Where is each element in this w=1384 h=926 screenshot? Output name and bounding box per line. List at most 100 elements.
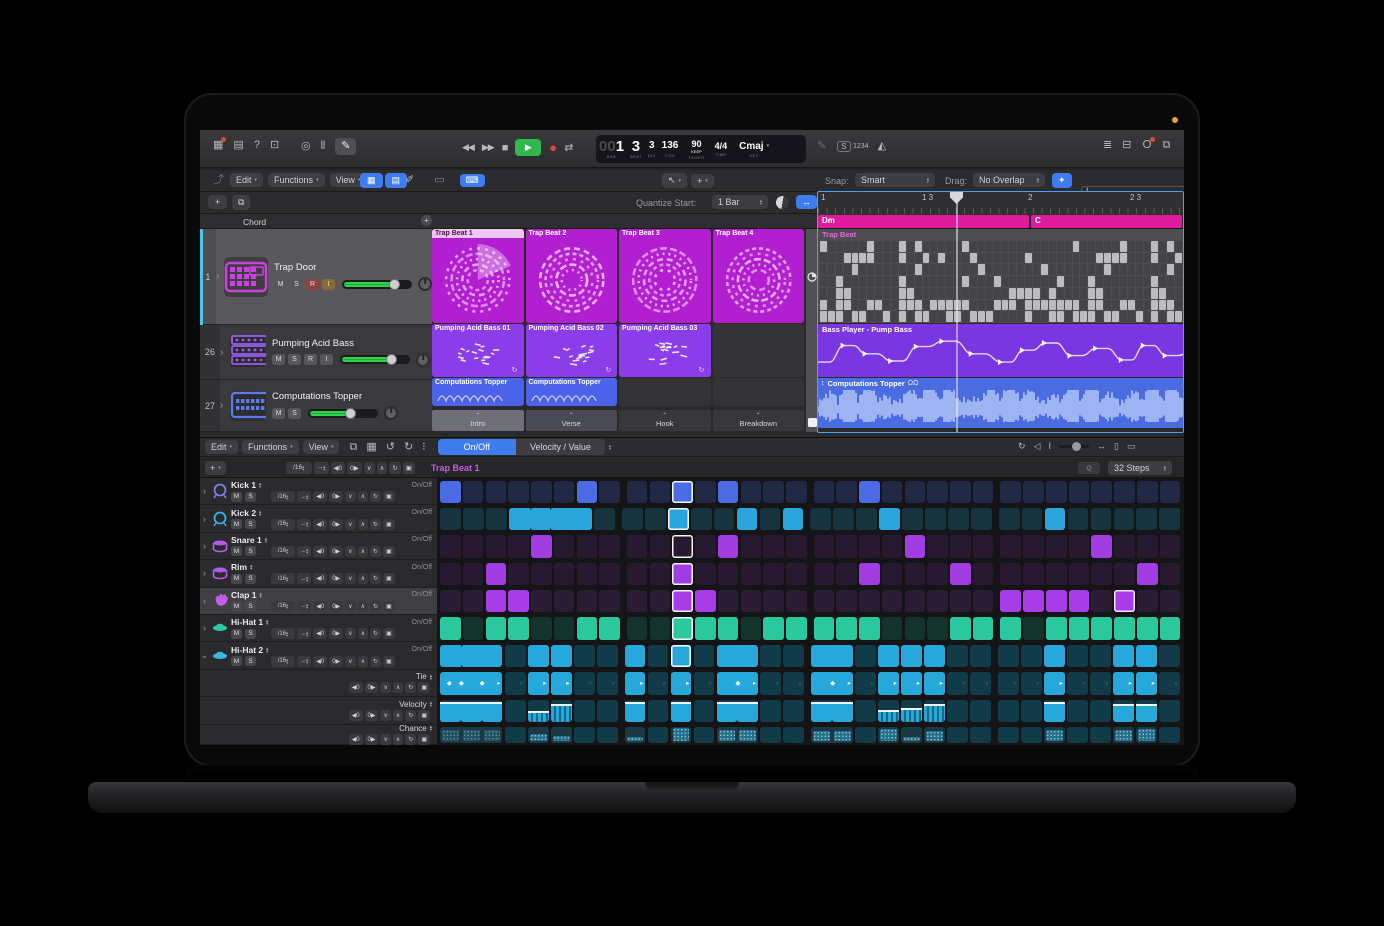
velocity-step-7[interactable] [574,700,595,722]
step-31-on[interactable] [1137,563,1158,585]
step-31-off[interactable] [1136,508,1157,530]
step-26-off[interactable] [1023,481,1044,503]
step-10-off[interactable] [650,617,671,639]
velocity-step-6[interactable] [551,700,572,722]
row-header[interactable]: ›Rim▴▾On/OffMS/16▴▾→▴▾◀00▶∨∧↻▣ [200,560,437,587]
seq-add-row-button[interactable]: +▾ [205,461,226,475]
step-3-off[interactable] [486,481,507,503]
chance-step-26[interactable] [1021,727,1042,743]
sub-up-button[interactable]: ∧ [393,682,403,693]
step-30-on[interactable] [1113,645,1134,667]
subrow-header[interactable]: Velocity▴▾◀00▶∨∧↻▣ [200,697,437,724]
step-11-on[interactable] [672,481,693,503]
stop-button[interactable]: ■ [502,142,508,154]
track-icon-box[interactable] [230,391,266,421]
chance-step-6[interactable] [551,727,572,743]
scene-trigger-breakdown[interactable]: ⌃Breakdown [713,410,805,431]
sub-randomize-button[interactable]: ↻ [405,682,416,693]
step-2-off[interactable] [463,508,484,530]
sub-down-button[interactable]: ∨ [380,682,390,693]
step-17-off[interactable] [810,508,831,530]
slider-handle[interactable] [1072,442,1081,451]
cycle-button[interactable]: ⇄ [564,141,572,154]
velocity-step-22[interactable] [924,700,945,722]
row-s-button[interactable]: S [245,601,256,611]
step-1-off[interactable] [440,563,461,585]
step-19-on[interactable] [859,481,880,503]
bar-ruler[interactable]: 11 322 3 [818,192,1184,214]
stepper-control[interactable]: ▴▾ [286,548,288,554]
step-21-off[interactable] [905,590,926,612]
tie-step-5[interactable]: ▸ [528,672,549,694]
step-29-off[interactable] [1091,563,1112,585]
step-10-off[interactable] [645,508,666,530]
row-randomize-button[interactable]: ↻ [370,573,381,584]
step-26-off[interactable] [1021,645,1042,667]
row-division-dropdown[interactable]: /16▴▾ [271,628,295,639]
step-7-off[interactable] [574,645,595,667]
step-1-off[interactable] [440,535,461,557]
play-button[interactable]: ▶ [515,139,541,156]
tie-step-29[interactable]: ▸ [1090,672,1111,694]
quick-help-icon[interactable]: ? [254,140,260,151]
stepper-control[interactable]: ▴▾ [306,603,308,609]
step-2-off[interactable] [463,563,484,585]
step-8-off[interactable] [594,508,615,530]
preview-icon[interactable]: ◁ [1034,442,1041,451]
step-21-off[interactable] [905,563,926,585]
disclosure-arrow-icon[interactable]: › [220,325,230,379]
step-15-on[interactable] [763,617,784,639]
row-division-dropdown[interactable]: /16▴▾ [271,546,295,557]
step-9-off[interactable] [627,563,648,585]
chance-step-18[interactable] [832,727,853,743]
step-31-on[interactable] [1136,645,1157,667]
row-nudge-left-button[interactable]: ◀0 [313,573,327,584]
row-end-button[interactable]: ▣ [383,519,395,530]
pan-knob[interactable] [416,353,430,367]
step-10-off[interactable] [650,481,671,503]
stepper-control[interactable]: ▴▾ [266,619,268,625]
stepper-control[interactable]: ▴▾ [430,701,432,707]
tie-step-27[interactable]: ▸ [1044,672,1065,694]
metronome-icon[interactable]: ◭ [878,141,886,152]
step-11-on[interactable] [672,563,693,585]
cycle-moon-icon[interactable] [776,196,789,209]
step-19-on[interactable] [859,617,880,639]
row-division-dropdown[interactable]: /16▴▾ [271,519,295,530]
step-30-off[interactable] [1114,535,1135,557]
live-loops-grid-toggle[interactable]: ▦ [360,173,383,188]
pointer-tool-menu[interactable]: ↖▾ [662,173,687,188]
stepper-control[interactable]: ▴▾ [286,521,288,527]
step-12-on[interactable] [695,590,716,612]
velocity-step-10[interactable] [648,700,669,722]
velocity-step-28[interactable] [1067,700,1088,722]
velocity-step-19[interactable] [855,700,876,722]
row-octave-up-button[interactable]: ∧ [358,628,368,639]
scene-trigger-column[interactable] [806,229,818,432]
velocity-step-24[interactable] [970,700,991,722]
step-10-off[interactable] [650,590,671,612]
stepper-control[interactable]: ▴▾ [259,510,261,516]
row-octave-up-button[interactable]: ∧ [358,573,368,584]
step-20-off[interactable] [882,590,903,612]
project-icon[interactable]: ▦ [213,140,223,151]
randomize-button[interactable]: ↻ [389,462,400,474]
stepper-control[interactable]: ▴▾ [927,177,929,183]
row-octave-down-button[interactable]: ∨ [345,573,355,584]
rotate-right-icon[interactable]: ↻ [404,442,413,453]
step-29-off[interactable] [1090,645,1111,667]
row-division-dropdown[interactable]: /16▴▾ [271,491,295,502]
sub-randomize-button[interactable]: ↻ [405,734,416,745]
list-editors-icon[interactable]: ≣ [1103,140,1112,151]
step-28-on[interactable] [1069,590,1090,612]
velocity-step-23[interactable] [947,700,968,722]
step-12-off[interactable] [691,508,712,530]
tie-step-6[interactable]: ▸ [551,672,572,694]
row-nudge-right-button[interactable]: 0▶ [329,491,343,502]
step-24-off[interactable] [973,590,994,612]
chord-region-C[interactable]: C [1031,215,1182,228]
division-dropdown[interactable]: /16▴▾ [286,462,312,474]
step-12-on[interactable] [695,617,716,639]
step-28-off[interactable] [1069,535,1090,557]
plus-tool-menu[interactable]: +▾ [691,174,714,188]
